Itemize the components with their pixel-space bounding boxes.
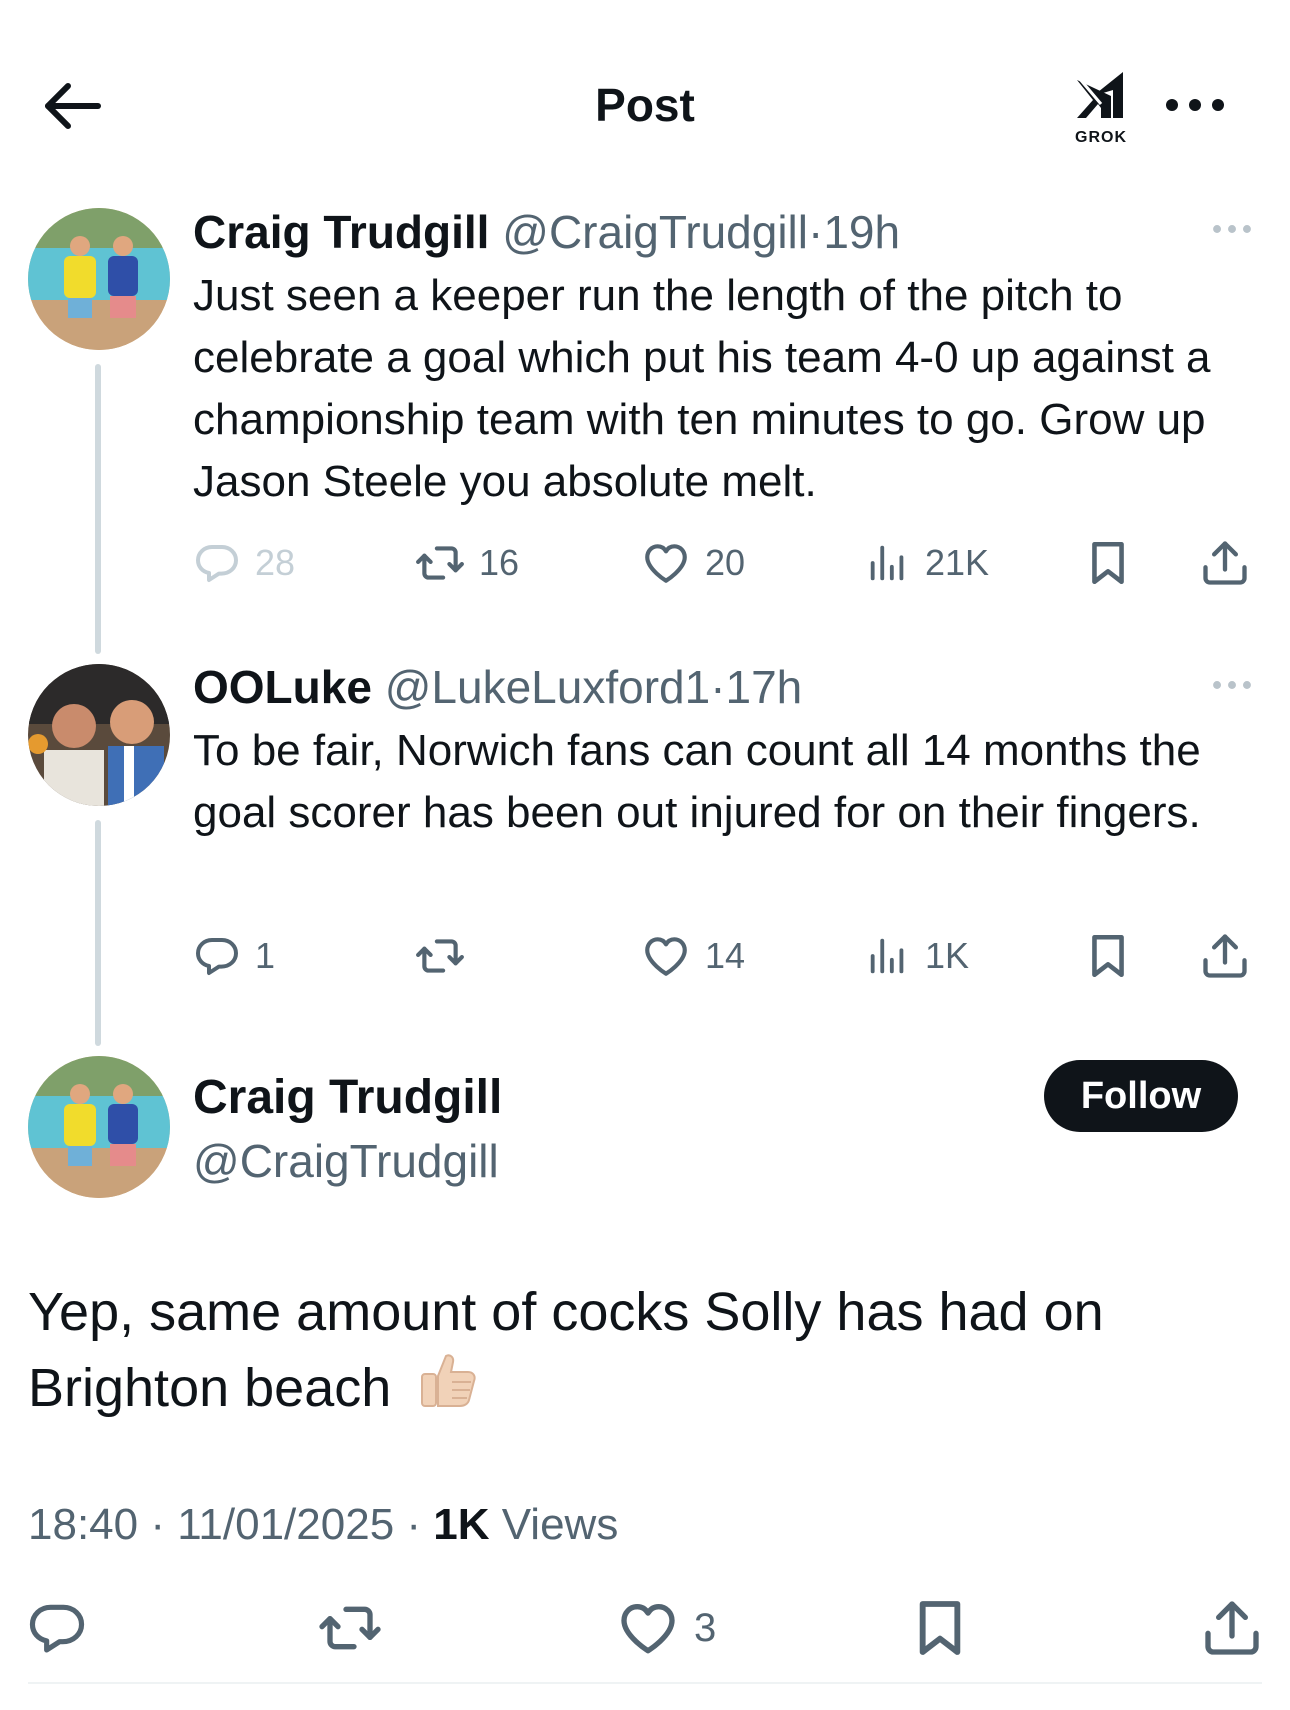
repost-button[interactable] [318, 1588, 382, 1668]
bookmark-button[interactable] [1083, 926, 1133, 986]
main-post-text: Yep, same amount of cocks Solly has had … [28, 1276, 1258, 1430]
post-text: To be fair, Norwich fans can count all 1… [193, 726, 1201, 837]
post-timestamp: 18:40 · 11/01/2025 · 1K Views [28, 1500, 618, 1550]
reply-button[interactable] [26, 1588, 88, 1668]
author-name[interactable]: Craig Trudgill [193, 1070, 502, 1125]
separator: · [710, 661, 726, 713]
post-header: OOLuke @LukeLuxford1·17h [193, 660, 802, 714]
share-icon [1199, 930, 1251, 982]
thread-line [95, 820, 101, 1046]
author-name[interactable]: OOLuke [193, 661, 372, 713]
views-button[interactable]: 1K [865, 926, 969, 986]
author-handle[interactable]: @LukeLuxford1 [385, 661, 710, 713]
bookmark-icon [1083, 538, 1133, 588]
reply-icon [193, 539, 241, 587]
main-post-actions: 3 [0, 1588, 1290, 1668]
grok-label: GROK [1075, 129, 1127, 146]
reply-count: 28 [255, 542, 296, 583]
avatar[interactable] [28, 208, 170, 350]
post-actions: 1 14 1K [193, 926, 1263, 986]
bookmark-button[interactable] [1083, 533, 1133, 593]
repost-button[interactable] [415, 926, 479, 986]
post-header: Craig Trudgill @CraigTrudgill·19h [193, 205, 900, 259]
heart-icon [616, 1596, 680, 1660]
repost-icon [415, 538, 465, 588]
more-options-button[interactable] [1160, 90, 1230, 120]
views-label: Views [489, 1500, 619, 1549]
reply-button[interactable]: 28 [193, 533, 295, 593]
reply-icon [26, 1597, 88, 1659]
post-more-button[interactable] [1210, 676, 1260, 696]
post-actions: 28 16 20 21K [193, 533, 1263, 593]
share-button[interactable] [1199, 926, 1251, 986]
main-post-body: Yep, same amount of cocks Solly has had … [28, 1282, 1104, 1418]
views-count: 1K [433, 1500, 490, 1549]
share-icon [1200, 1596, 1264, 1660]
top-bar: Post GROK [0, 0, 1290, 160]
share-button[interactable] [1199, 533, 1251, 593]
heart-icon [641, 931, 691, 981]
repost-icon [415, 931, 465, 981]
thumbs-up-icon [416, 1348, 480, 1430]
views-icon [865, 540, 911, 586]
avatar-image [28, 1056, 170, 1198]
views-count: 1K [925, 935, 970, 976]
views-icon [865, 933, 911, 979]
timestamp-text: 18:40 · 11/01/2025 · [28, 1500, 434, 1549]
grok-icon [1077, 72, 1123, 118]
grok-button[interactable]: GROK [1068, 66, 1134, 146]
avatar-image [28, 664, 170, 806]
views-button[interactable]: 21K [865, 533, 989, 593]
reply-button[interactable]: 1 [193, 926, 275, 986]
avatar-image [28, 208, 170, 350]
repost-button[interactable]: 16 [415, 533, 519, 593]
follow-button[interactable]: Follow [1044, 1060, 1238, 1132]
separator: · [808, 206, 824, 258]
repost-icon [318, 1596, 382, 1660]
like-count: 14 [705, 935, 746, 976]
bookmark-icon [1083, 931, 1133, 981]
avatar[interactable] [28, 664, 170, 806]
share-icon [1199, 537, 1251, 589]
views-count: 21K [925, 542, 990, 583]
post-more-button[interactable] [1210, 220, 1260, 240]
divider [28, 1682, 1262, 1684]
like-count: 3 [694, 1605, 717, 1650]
like-button[interactable]: 14 [641, 926, 745, 986]
thread-line [95, 364, 101, 654]
author-handle[interactable]: @CraigTrudgill [193, 1134, 499, 1188]
like-button[interactable]: 3 [616, 1588, 716, 1668]
post-text: Just seen a keeper run the length of the… [193, 271, 1211, 506]
more-dots-icon [1166, 99, 1224, 111]
more-dots-icon [1210, 676, 1254, 694]
post-time[interactable]: 19h [823, 206, 900, 258]
repost-count: 16 [479, 542, 520, 583]
avatar[interactable] [28, 1056, 170, 1198]
reply-icon [193, 932, 241, 980]
share-button[interactable] [1200, 1588, 1264, 1668]
more-dots-icon [1210, 220, 1254, 238]
reply-count: 1 [255, 935, 276, 976]
post-time[interactable]: 17h [726, 661, 803, 713]
author-handle[interactable]: @CraigTrudgill [502, 206, 808, 258]
bookmark-button[interactable] [908, 1588, 972, 1668]
heart-icon [641, 538, 691, 588]
bookmark-icon [908, 1596, 972, 1660]
like-count: 20 [705, 542, 746, 583]
like-button[interactable]: 20 [641, 533, 745, 593]
author-name[interactable]: Craig Trudgill [193, 206, 489, 258]
